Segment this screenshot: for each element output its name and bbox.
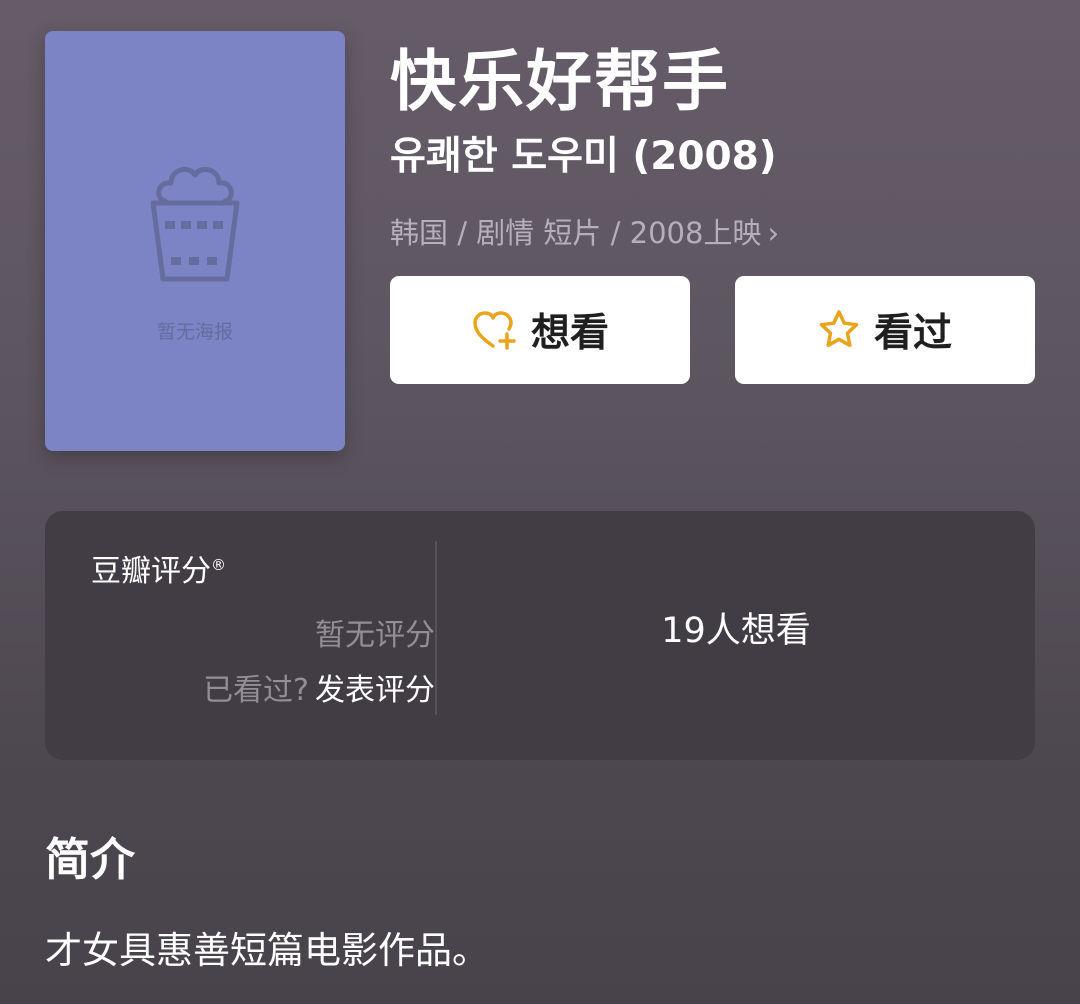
douban-rating-brand: 豆瓣评分®: [91, 545, 226, 592]
douban-rating-section: 豆瓣评分® 暂无评分 已看过? 发表评分: [45, 511, 435, 760]
poster-placeholder[interactable]: 暂无海报: [45, 31, 345, 451]
movie-meta-text: 韩国 / 剧情 短片 / 2008上映: [390, 216, 762, 250]
chevron-right-icon: ›: [767, 216, 780, 250]
star-outline-icon: [819, 310, 859, 348]
original-title: 유쾌한 도우미 (2008): [390, 134, 777, 179]
seen-line: 已看过? 发表评分: [203, 671, 435, 711]
want-to-watch-label: 想看: [530, 311, 609, 356]
post-rating-link[interactable]: 发表评分: [315, 673, 435, 708]
heart-plus-icon: [473, 311, 516, 350]
movie-meta-link[interactable]: 韩国 / 剧情 短片 / 2008上映 ›: [390, 210, 779, 256]
registered-mark: ®: [211, 556, 226, 574]
movie-title: 快乐好帮手: [390, 43, 730, 120]
rating-card: 豆瓣评分® 暂无评分 已看过? 发表评分 19人想看: [45, 511, 1035, 760]
watched-label: 看过: [873, 311, 952, 356]
douban-rating-label: 豆瓣评分: [91, 554, 211, 589]
seen-question: 已看过?: [203, 673, 309, 708]
intro-heading: 简介: [45, 833, 136, 886]
watched-button[interactable]: 看过: [735, 276, 1035, 384]
want-to-watch-button[interactable]: 想看: [390, 276, 690, 384]
no-poster-text: 暂无海报: [156, 321, 233, 343]
popcorn-bucket-icon: [150, 166, 240, 282]
intro-text[interactable]: 才女具惠善短篇电影作品。: [45, 924, 489, 978]
want-count[interactable]: 19人想看: [437, 607, 1035, 655]
no-rating-text: 暂无评分: [315, 618, 435, 653]
